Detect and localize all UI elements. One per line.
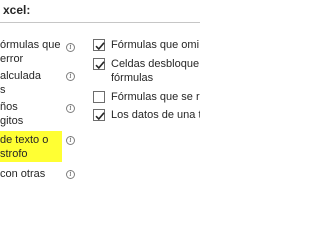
info-icon[interactable]: i <box>66 170 75 179</box>
checkbox-label: Los datos de una t <box>111 109 200 121</box>
info-icon[interactable]: i <box>66 104 75 113</box>
info-icon[interactable]: i <box>66 72 75 81</box>
checkmark-icon <box>95 42 105 51</box>
rule-item-calculated: alculada s <box>0 70 41 96</box>
section-divider <box>0 22 200 23</box>
checkbox-row-unlocked-cells[interactable]: Celdas desbloque fórmulas <box>92 57 200 87</box>
checkbox-label: Fórmulas que omi <box>111 39 200 51</box>
info-icon[interactable]: i <box>66 43 75 52</box>
checkmark-icon <box>95 112 105 121</box>
checkbox[interactable] <box>93 58 105 70</box>
rule-item-two-digit-years: ños gitos <box>0 101 24 127</box>
checkbox-row-formulas-refer-empty[interactable]: Fórmulas que se re <box>92 90 200 106</box>
checkbox-label: Celdas desbloque fórmulas <box>111 58 200 84</box>
rule-item-text-apostrophe: de texto o strofo <box>0 131 62 162</box>
checkmark-icon <box>95 61 105 70</box>
excel-options-error-checking-panel: xcel: órmulas que error i alculada s i ñ… <box>0 0 200 200</box>
info-icon[interactable]: i <box>66 136 75 145</box>
checkbox[interactable] <box>93 91 105 103</box>
checkbox[interactable] <box>93 109 105 121</box>
rule-item-inconsistent: con otras <box>0 168 46 180</box>
checkbox-row-formulas-omit[interactable]: Fórmulas que omi <box>92 38 200 54</box>
section-title: xcel: <box>3 3 31 17</box>
rule-item-formulas-error: órmulas que error <box>0 39 61 65</box>
checkbox-row-table-data[interactable]: Los datos de una t <box>92 108 200 124</box>
checkbox-label: Fórmulas que se re <box>111 91 200 103</box>
checkbox[interactable] <box>93 39 105 51</box>
